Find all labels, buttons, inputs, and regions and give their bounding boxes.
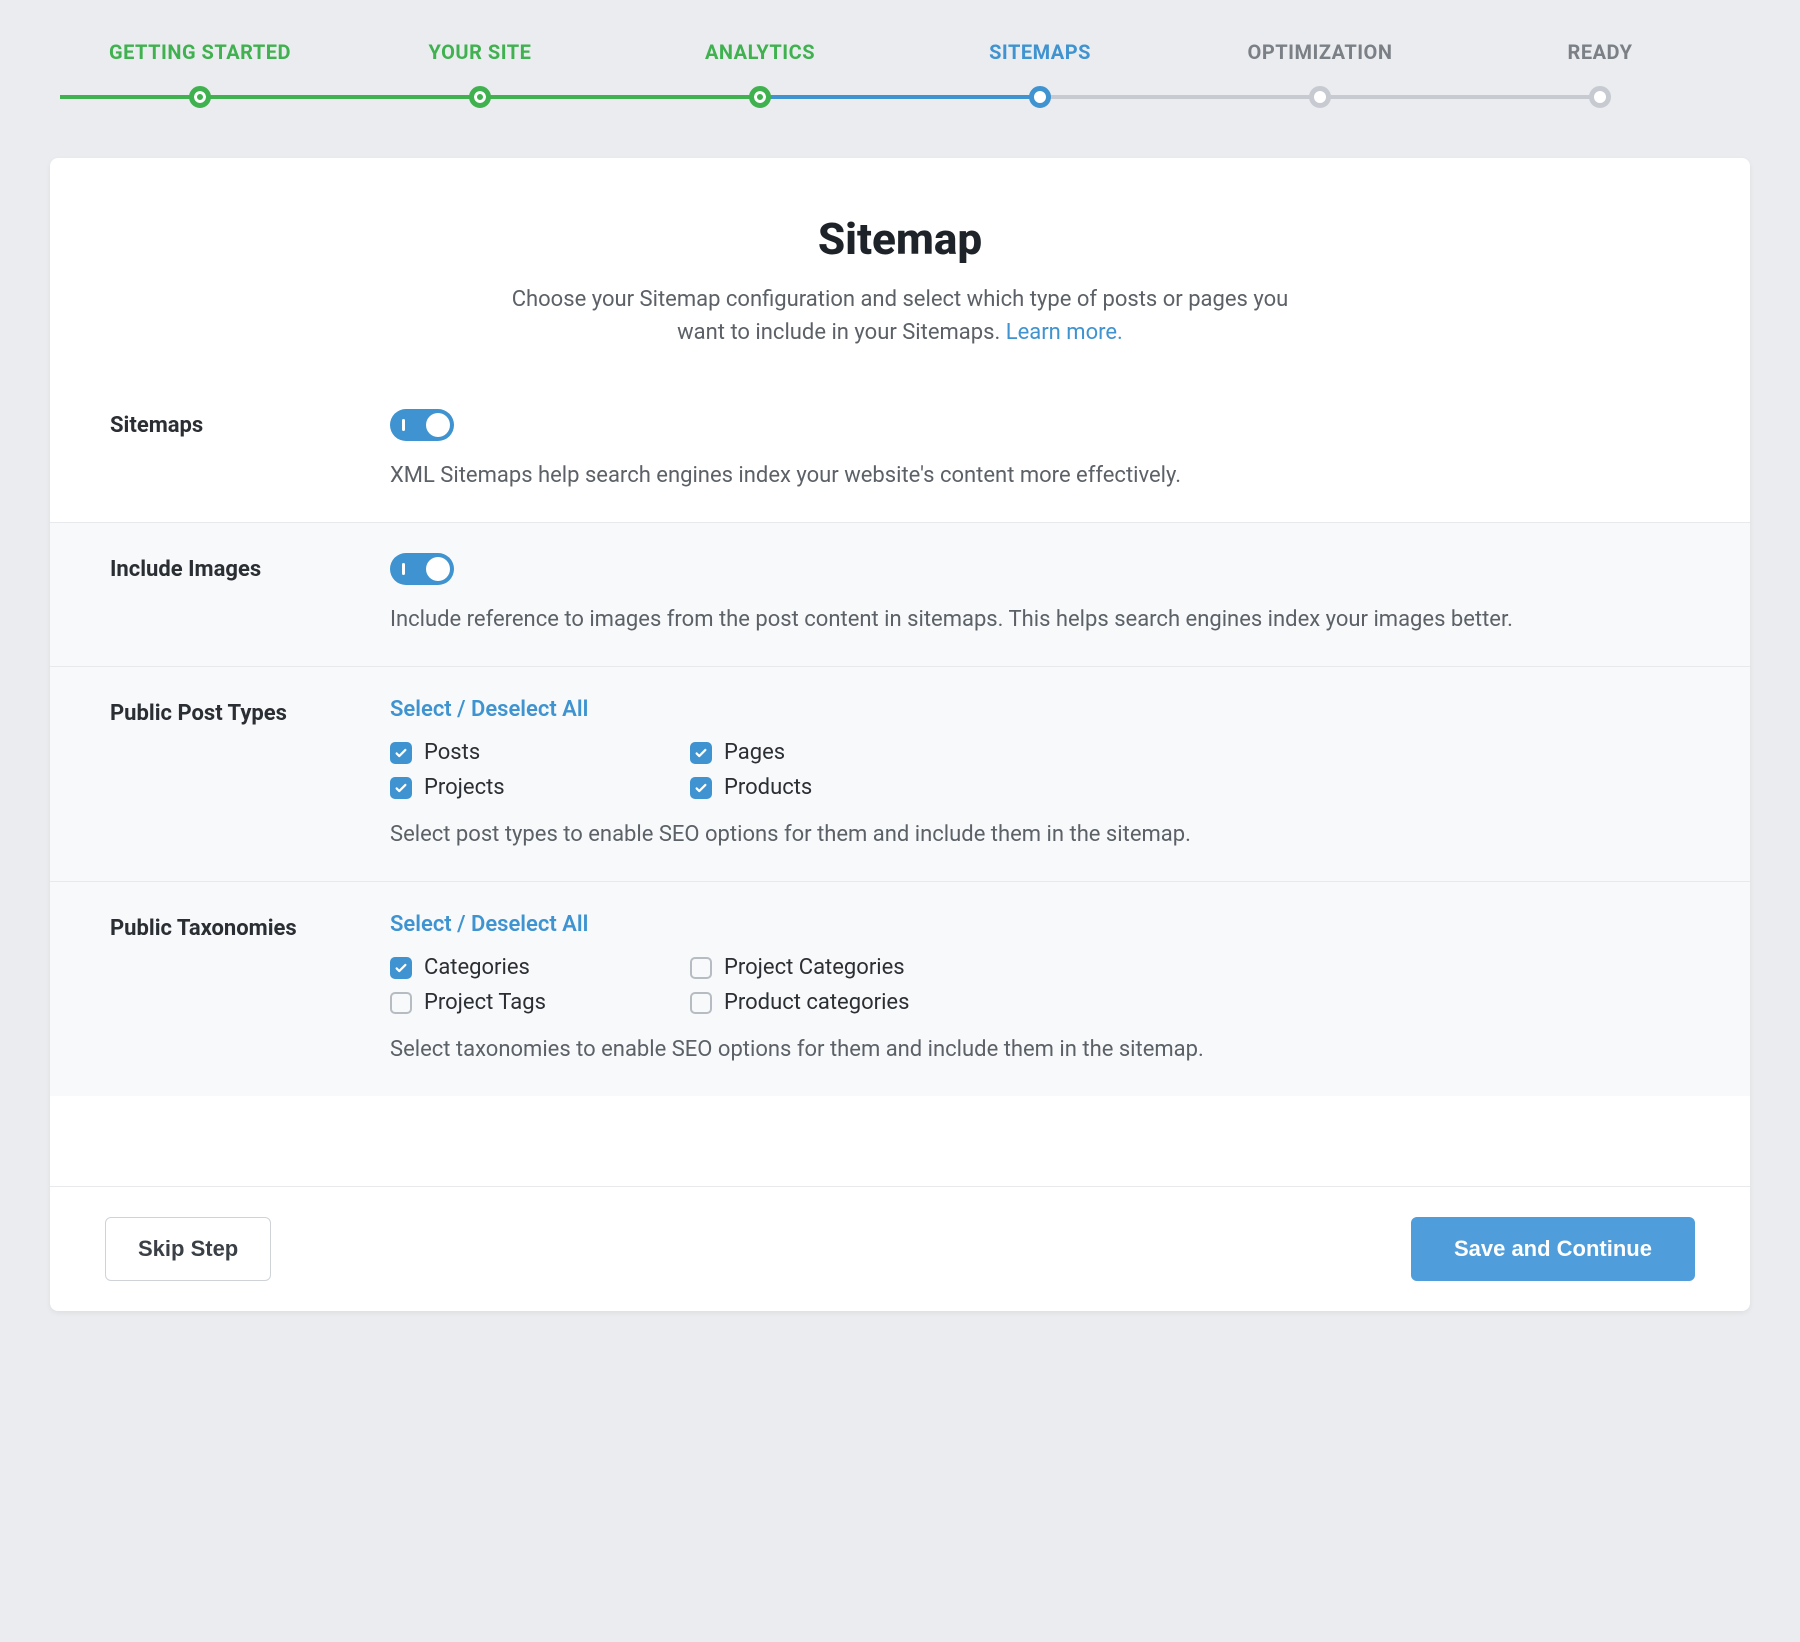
step-label: YOUR SITE: [340, 40, 620, 64]
checkbox-label: Pages: [724, 740, 785, 765]
checkbox-taxonomy-categories[interactable]: Categories: [390, 955, 670, 980]
step-dot-icon: [469, 86, 491, 108]
step-label: ANALYTICS: [620, 40, 900, 64]
label-taxonomies: Public Taxonomies: [110, 912, 390, 1066]
step-connector: [480, 95, 760, 99]
step-dot-icon: [749, 86, 771, 108]
wizard-card: Sitemap Choose your Sitemap configuratio…: [50, 158, 1750, 1311]
checkbox-taxonomy-project-categories[interactable]: Project Categories: [690, 955, 970, 980]
step-connector: [60, 95, 200, 99]
step-dot-icon: [1589, 86, 1611, 108]
page-subtitle: Choose your Sitemap configuration and se…: [490, 283, 1310, 349]
subtitle-text: Choose your Sitemap configuration and se…: [512, 287, 1289, 345]
wizard-stepper: GETTING STARTEDYOUR SITEANALYTICSSITEMAP…: [60, 40, 1740, 108]
checkbox-taxonomy-product-categories[interactable]: Product categories: [690, 990, 970, 1015]
step-connector: [200, 95, 480, 99]
checkbox-icon: [390, 957, 412, 979]
help-sitemaps: XML Sitemaps help search engines index y…: [390, 459, 1710, 492]
step-connector: [1320, 95, 1600, 99]
skip-step-button[interactable]: Skip Step: [105, 1217, 271, 1281]
checkbox-label: Categories: [424, 955, 530, 980]
label-sitemaps: Sitemaps: [110, 409, 390, 492]
checkbox-label: Products: [724, 775, 812, 800]
help-taxonomies: Select taxonomies to enable SEO options …: [390, 1033, 1710, 1066]
toggle-include-images[interactable]: [390, 553, 454, 585]
toggle-sitemaps[interactable]: [390, 409, 454, 441]
step-dot-icon: [189, 86, 211, 108]
checkbox-label: Product categories: [724, 990, 909, 1015]
wizard-footer: Skip Step Save and Continue: [50, 1186, 1750, 1311]
checkbox-posttype-pages[interactable]: Pages: [690, 740, 970, 765]
section-sitemaps: Sitemaps XML Sitemaps help search engine…: [50, 379, 1750, 522]
help-post-types: Select post types to enable SEO options …: [390, 818, 1710, 851]
section-taxonomies: Public Taxonomies Select / Deselect All …: [50, 881, 1750, 1096]
save-continue-button[interactable]: Save and Continue: [1411, 1217, 1695, 1281]
checkbox-icon: [390, 777, 412, 799]
step-label: SITEMAPS: [900, 40, 1180, 64]
step-label: READY: [1460, 40, 1740, 64]
checkbox-label: Project Tags: [424, 990, 546, 1015]
step-label: OPTIMIZATION: [1180, 40, 1460, 64]
checkbox-label: Project Categories: [724, 955, 905, 980]
checkbox-icon: [690, 777, 712, 799]
checkbox-icon: [690, 742, 712, 764]
checkbox-posttype-products[interactable]: Products: [690, 775, 970, 800]
help-include-images: Include reference to images from the pos…: [390, 603, 1710, 636]
page-title: Sitemap: [90, 213, 1710, 265]
select-all-post-types[interactable]: Select / Deselect All: [390, 697, 588, 722]
checkbox-posttype-projects[interactable]: Projects: [390, 775, 670, 800]
checkbox-icon: [690, 992, 712, 1014]
step-dot-icon: [1029, 86, 1051, 108]
checkbox-label: Projects: [424, 775, 505, 800]
checkbox-taxonomy-project-tags[interactable]: Project Tags: [390, 990, 670, 1015]
section-include-images: Include Images Include reference to imag…: [50, 522, 1750, 666]
checkbox-posttype-posts[interactable]: Posts: [390, 740, 670, 765]
section-post-types: Public Post Types Select / Deselect All …: [50, 666, 1750, 881]
label-include-images: Include Images: [110, 553, 390, 636]
checkbox-label: Posts: [424, 740, 480, 765]
step-connector: [760, 95, 1040, 99]
learn-more-link[interactable]: Learn more.: [1006, 320, 1123, 345]
checkbox-icon: [390, 742, 412, 764]
label-post-types: Public Post Types: [110, 697, 390, 851]
step-dot-icon: [1309, 86, 1331, 108]
step-connector: [1040, 95, 1320, 99]
card-header: Sitemap Choose your Sitemap configuratio…: [50, 158, 1750, 379]
step-label: GETTING STARTED: [60, 40, 340, 64]
checkbox-icon: [690, 957, 712, 979]
select-all-taxonomies[interactable]: Select / Deselect All: [390, 912, 588, 937]
checkbox-icon: [390, 992, 412, 1014]
